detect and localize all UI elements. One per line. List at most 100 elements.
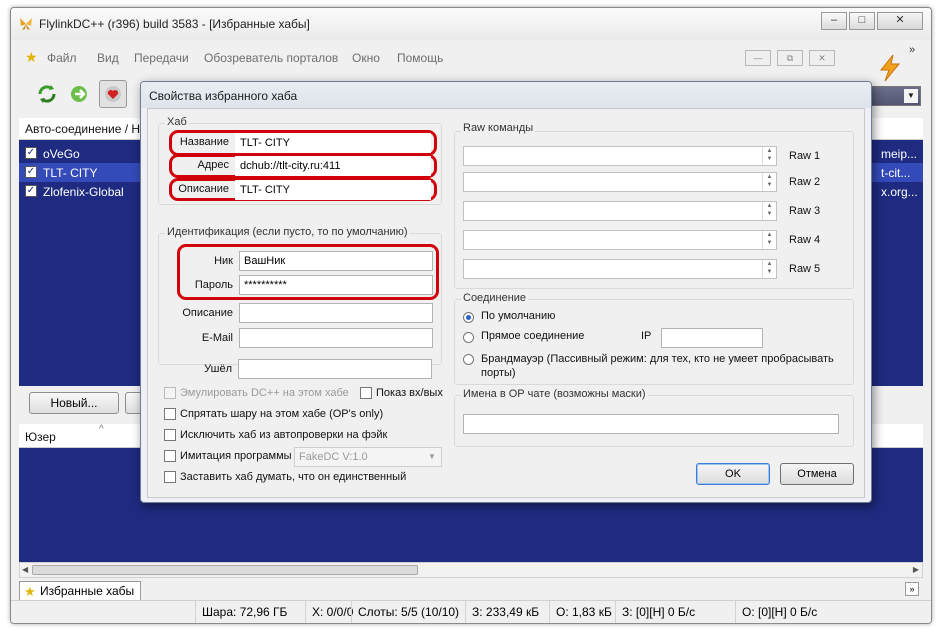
menu-file[interactable]: Файл	[47, 51, 77, 65]
status-uploaded: О: 1,83 кБ	[549, 601, 615, 623]
hub-name: oVeGo	[43, 147, 80, 161]
mdi-minimize-button[interactable]: —	[745, 50, 771, 66]
direct-connection-radio[interactable]	[463, 332, 474, 343]
default-connection-radio[interactable]	[463, 312, 474, 323]
menu-view[interactable]: Вид	[97, 51, 119, 65]
tab-label: Избранные хабы	[40, 584, 135, 598]
scroll-left-icon[interactable]: ◀	[22, 565, 28, 574]
star-icon: ★	[24, 584, 36, 599]
nick-input[interactable]: ВашНик	[239, 251, 433, 271]
raw-3-input[interactable]: ▲ ▼	[463, 201, 777, 221]
spin-icon[interactable]: ▲ ▼	[762, 173, 776, 191]
raw-5-input[interactable]: ▲ ▼	[463, 259, 777, 279]
raw-1-input[interactable]: ▲ ▼	[463, 146, 777, 166]
spin-icon[interactable]: ▲ ▼	[762, 231, 776, 249]
column-header-user[interactable]: Юзер	[25, 430, 56, 444]
nick-label: Ник	[214, 255, 233, 267]
spin-icon[interactable]: ▲ ▼	[762, 260, 776, 278]
status-upload-rate: О: [0][Н] 0 Б/с	[735, 601, 855, 623]
password-input[interactable]: **********	[239, 275, 433, 295]
close-button[interactable]: ✕	[877, 12, 923, 30]
lightning-icon[interactable]	[875, 54, 905, 82]
user-description-input[interactable]	[239, 303, 433, 323]
emulate-dc-checkbox[interactable]	[164, 387, 176, 399]
email-field[interactable]	[239, 328, 433, 348]
spin-icon[interactable]: ▲ ▼	[762, 202, 776, 220]
raw-commands-title: Raw команды	[461, 122, 536, 134]
raw-4-input[interactable]: ▲ ▼	[463, 230, 777, 250]
single-hub-checkbox[interactable]	[164, 471, 176, 483]
toolbar-chevron[interactable]: »	[909, 44, 915, 56]
favorite-hubs-icon[interactable]	[99, 80, 127, 108]
hub-name-input[interactable]: TLT- CITY	[235, 133, 431, 153]
raw-commands-group: Raw команды ▲ ▼ Raw 1 ▲ ▼ Raw 2 ▲ ▼ Raw 3 ▲…	[454, 122, 854, 289]
sort-ascending-icon: ^	[99, 424, 104, 435]
menu-help[interactable]: Помощь	[397, 51, 443, 65]
op-chat-names-input[interactable]	[463, 414, 839, 434]
direct-connection-label: Прямое соединение	[481, 330, 585, 342]
hub-group-title: Хаб	[165, 116, 189, 128]
follow-redirect-icon[interactable]	[65, 80, 93, 108]
star-icon[interactable]: ★	[25, 49, 38, 66]
mdi-restore-button[interactable]: ⧉	[777, 50, 803, 66]
connection-title: Соединение	[461, 292, 529, 304]
scroll-right-icon[interactable]: ▶	[913, 565, 919, 574]
new-hub-button[interactable]: Новый...	[29, 392, 119, 414]
tab-favorite-hubs[interactable]: ★ Избранные хабы	[19, 581, 141, 600]
single-hub-label: Заставить хаб думать, что он единственны…	[180, 471, 407, 483]
status-bar: Шара: 72,96 ГБ Х: 0/0/0 Слоты: 5/5 (10/1…	[11, 600, 931, 623]
checkbox-checked-icon[interactable]: ✓	[25, 166, 37, 178]
imitate-program-checkbox[interactable]	[164, 450, 176, 462]
reconnect-icon[interactable]	[33, 80, 61, 108]
password-label: Пароль	[194, 279, 233, 291]
show-joins-checkbox[interactable]	[360, 387, 372, 399]
mdi-close-button[interactable]: ✕	[809, 50, 835, 66]
ok-button[interactable]: OK	[696, 463, 770, 485]
tab-bar: ★ Избранные хабы »	[19, 580, 923, 600]
chevron-down-icon[interactable]: ▼	[904, 89, 918, 103]
exclude-fake-check-checkbox[interactable]	[164, 429, 176, 441]
cancel-button[interactable]: Отмена	[780, 463, 854, 485]
emulate-dc-label: Эмулировать DC++ на этом хабе	[180, 387, 349, 399]
ip-label: IP	[641, 330, 652, 342]
horizontal-scrollbar[interactable]: ◀ ▶	[19, 562, 923, 578]
favorite-hub-properties-dialog: Свойства избранного хаба Хаб Название TL…	[140, 81, 872, 503]
menu-transfers[interactable]: Передачи	[134, 51, 189, 65]
hide-share-checkbox[interactable]	[164, 408, 176, 420]
window-title: FlylinkDC++ (r396) build 3583 - [Избранн…	[39, 17, 310, 31]
dialog-title-bar: Свойства избранного хаба	[141, 82, 871, 108]
column-header-auto-connect[interactable]: Авто-соединение / Н	[25, 122, 140, 136]
hub-address: meip...	[881, 147, 918, 161]
op-chat-group: Имена в ОР чате (возможны маски)	[454, 388, 854, 447]
dialog-title: Свойства избранного хаба	[149, 89, 298, 103]
hub-address-input[interactable]: dchub://tlt-city.ru:411	[235, 156, 431, 176]
user-description-label: Описание	[182, 307, 233, 319]
checkbox-checked-icon[interactable]: ✓	[25, 147, 37, 159]
firewall-label: Брандмауэр (Пассивный режим: для тех, кт…	[481, 353, 834, 379]
firewall-radio[interactable]	[463, 354, 474, 365]
hide-share-label: Спрятать шару на этом хабе (OP's only)	[180, 408, 384, 420]
hub-name: TLT- CITY	[43, 166, 98, 180]
checkbox-checked-icon[interactable]: ✓	[25, 185, 37, 197]
away-message-input[interactable]	[238, 359, 432, 379]
maximize-button[interactable]: □	[849, 12, 875, 30]
spin-icon[interactable]: ▲ ▼	[762, 147, 776, 165]
menu-bar: ★ Файл Вид Передачи Обозреватель портало…	[17, 44, 863, 72]
exclude-fake-check-label: Исключить хаб из автопроверки на фэйк	[180, 429, 388, 441]
toolbar	[17, 78, 145, 112]
minimize-button[interactable]: –	[821, 12, 847, 30]
show-joins-label: Показ вх/вых	[376, 387, 443, 399]
hub-name: Zlofenix-Global	[43, 185, 124, 199]
raw-2-input[interactable]: ▲ ▼	[463, 172, 777, 192]
fake-client-select[interactable]: FakeDC V:1.0	[294, 447, 442, 467]
menu-window[interactable]: Окно	[352, 51, 380, 65]
menu-portal-browser[interactable]: Обозреватель порталов	[204, 51, 338, 65]
hub-description-input[interactable]: TLT- CITY	[235, 180, 431, 200]
ip-input[interactable]	[661, 328, 763, 348]
right-panel: »	[863, 42, 931, 118]
scrollbar-thumb[interactable]	[32, 565, 418, 575]
raw-2-label: Raw 2	[789, 176, 821, 188]
tab-more-button[interactable]: »	[905, 582, 919, 596]
hub-address: t-cit...	[881, 166, 911, 180]
hub-group: Хаб Название TLT- CITY Адрес dchub://tlt…	[158, 116, 442, 205]
